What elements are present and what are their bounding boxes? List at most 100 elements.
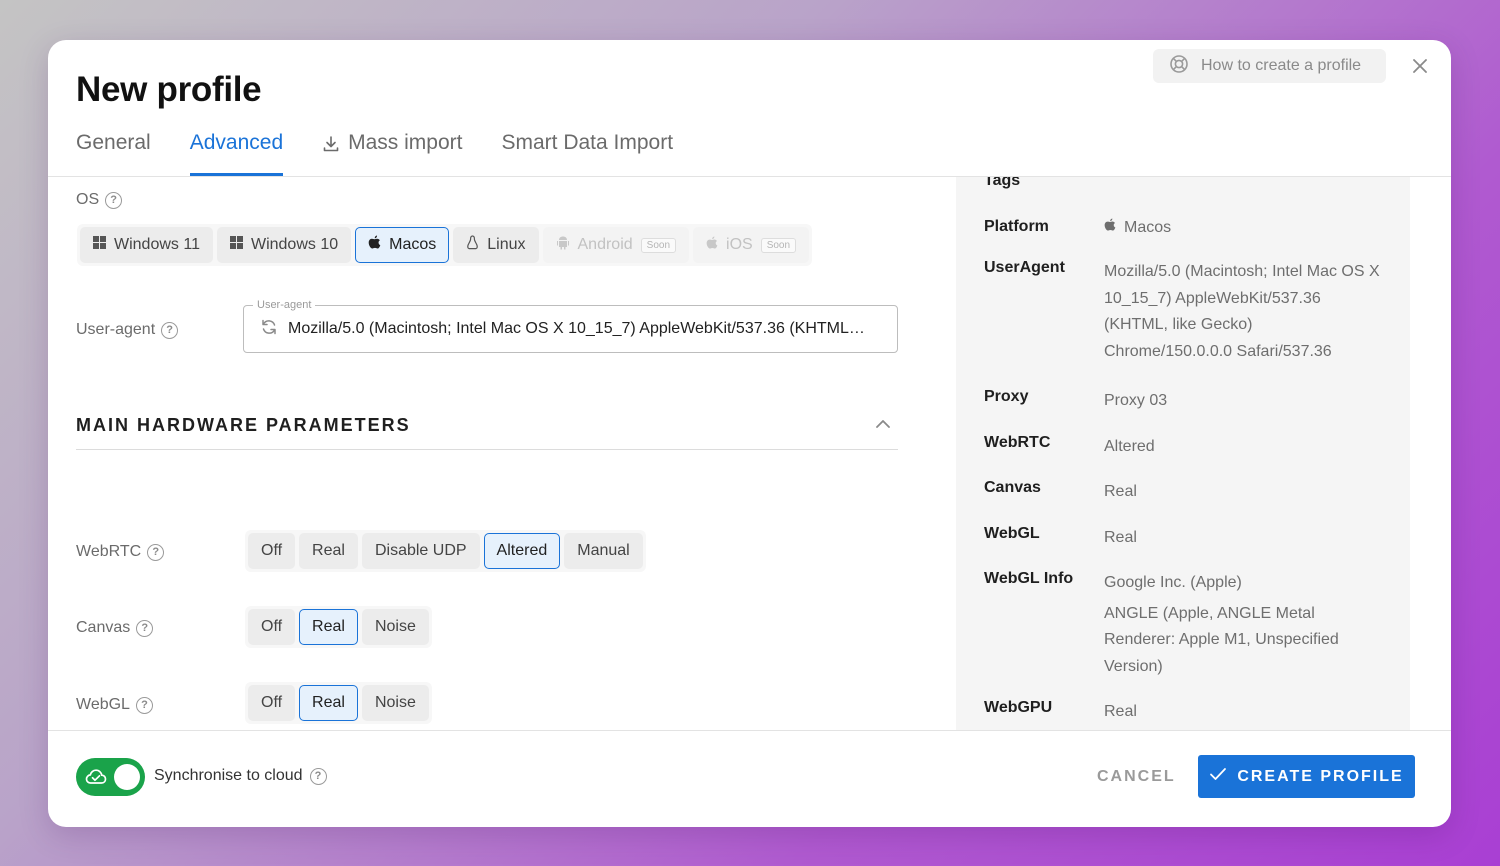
section-divider bbox=[76, 449, 898, 450]
summary-value: Real bbox=[1104, 703, 1137, 720]
tab-mass-import[interactable]: Mass import bbox=[322, 128, 462, 176]
canvas-option-noise[interactable]: Noise bbox=[361, 609, 429, 645]
option-label: Off bbox=[261, 542, 283, 559]
android-icon bbox=[556, 235, 570, 255]
tab-label: Smart Data Import bbox=[501, 131, 674, 154]
user-agent-value: Mozilla/5.0 (Macintosh; Intel Mac OS X 1… bbox=[288, 320, 865, 337]
summary-key: WebGPU bbox=[984, 699, 1053, 716]
sync-label-text: Synchronise to cloud bbox=[154, 767, 303, 784]
user-agent-input[interactable]: Mozilla/5.0 (Macintosh; Intel Mac OS X 1… bbox=[243, 305, 898, 353]
os-option-label: Windows 11 bbox=[114, 236, 200, 253]
sync-toggle[interactable] bbox=[76, 758, 145, 796]
user-agent-label: User-agent ? bbox=[76, 321, 179, 339]
webgl-renderer: ANGLE (Apple, ANGLE Metal Renderer: Appl… bbox=[1104, 604, 1339, 675]
webrtc-label-text: WebRTC bbox=[76, 543, 142, 560]
os-option-windows-11[interactable]: Windows 11 bbox=[80, 227, 213, 263]
cancel-button[interactable]: CANCEL bbox=[1083, 766, 1190, 788]
os-selector: Windows 11 Windows 10 Macos Linux Androi… bbox=[77, 224, 813, 266]
option-label: Off bbox=[261, 694, 283, 711]
chevron-up-icon[interactable] bbox=[874, 417, 892, 435]
apple-icon bbox=[368, 235, 381, 255]
help-icon[interactable]: ? bbox=[105, 191, 123, 209]
webrtc-option-off[interactable]: Off bbox=[248, 533, 296, 569]
os-label: OS ? bbox=[76, 191, 123, 209]
platform-value: Macos bbox=[1124, 218, 1172, 236]
webgl-selector: Off Real Noise bbox=[245, 682, 432, 724]
option-label: Real bbox=[312, 618, 345, 635]
summary-row-proxy: Proxy Proxy 03 bbox=[984, 388, 1384, 415]
summary-row-canvas: Canvas Real bbox=[984, 479, 1384, 506]
webgl-label: WebGL ? bbox=[76, 696, 153, 714]
refresh-icon[interactable] bbox=[260, 318, 278, 341]
summary-row-platform: Platform Macos bbox=[984, 218, 1384, 237]
option-label: Altered bbox=[496, 542, 548, 559]
tab-advanced[interactable]: Advanced bbox=[189, 128, 284, 176]
summary-key: WebGL bbox=[984, 525, 1040, 542]
tab-bar: General Advanced Mass import Smart Data … bbox=[76, 128, 712, 176]
close-icon[interactable] bbox=[1408, 54, 1432, 78]
webrtc-option-manual[interactable]: Manual bbox=[564, 533, 643, 569]
summary-row-webgpu: WebGPU Real bbox=[984, 699, 1384, 726]
summary-value: Real bbox=[1104, 529, 1137, 546]
summary-row-tags: Tags bbox=[984, 177, 1104, 190]
os-option-ios: iOS Soon bbox=[693, 227, 810, 263]
how-to-create-profile-button[interactable]: How to create a profile bbox=[1153, 49, 1386, 83]
lifebuoy-icon bbox=[1169, 54, 1189, 79]
tab-general[interactable]: General bbox=[76, 128, 151, 176]
webgl-option-off[interactable]: Off bbox=[248, 685, 296, 721]
settings-form[interactable]: OS ? Windows 11 Windows 10 Macos Linux A… bbox=[48, 177, 928, 730]
soon-badge: Soon bbox=[760, 237, 797, 253]
option-label: Noise bbox=[374, 618, 416, 635]
create-profile-label: CREATE PROFILE bbox=[1237, 767, 1404, 785]
canvas-label-text: Canvas bbox=[76, 619, 131, 636]
canvas-option-off[interactable]: Off bbox=[248, 609, 296, 645]
profile-summary-panel: Tags Platform Macos UserAgent Mozilla/5.… bbox=[956, 177, 1410, 730]
option-label: Noise bbox=[374, 694, 416, 711]
check-icon bbox=[1209, 767, 1227, 786]
windows-icon bbox=[229, 236, 243, 254]
help-icon[interactable]: ? bbox=[147, 543, 165, 561]
summary-key: Platform bbox=[984, 218, 1049, 235]
webgl-option-noise[interactable]: Noise bbox=[361, 685, 429, 721]
summary-key: Canvas bbox=[984, 479, 1041, 496]
summary-key: UserAgent bbox=[984, 259, 1065, 276]
user-agent-label-text: User-agent bbox=[76, 321, 156, 338]
summary-value: Google Inc. (Apple) ANGLE (Apple, ANGLE … bbox=[1104, 570, 1384, 680]
os-option-linux[interactable]: Linux bbox=[453, 227, 539, 263]
os-option-label: Linux bbox=[487, 236, 526, 253]
apple-icon bbox=[706, 236, 718, 255]
create-profile-button[interactable]: CREATE PROFILE bbox=[1198, 755, 1415, 798]
summary-row-webrtc: WebRTC Altered bbox=[984, 434, 1384, 461]
option-label: Disable UDP bbox=[374, 542, 467, 559]
canvas-selector: Off Real Noise bbox=[245, 606, 432, 648]
canvas-option-real[interactable]: Real bbox=[299, 609, 358, 645]
summary-row-webgl: WebGL Real bbox=[984, 525, 1384, 552]
tab-smart-data-import[interactable]: Smart Data Import bbox=[501, 128, 673, 176]
summary-value: Macos bbox=[1104, 218, 1384, 237]
os-option-macos[interactable]: Macos bbox=[355, 227, 450, 263]
webrtc-selector: Off Real Disable UDP Altered Manual bbox=[245, 530, 646, 572]
summary-key: Tags bbox=[984, 177, 1021, 189]
help-icon[interactable]: ? bbox=[161, 321, 179, 339]
summary-value: Real bbox=[1104, 483, 1137, 500]
help-icon[interactable]: ? bbox=[136, 619, 154, 637]
soon-badge: Soon bbox=[640, 237, 677, 253]
help-icon[interactable]: ? bbox=[135, 696, 153, 714]
help-icon[interactable]: ? bbox=[309, 767, 327, 785]
option-label: Real bbox=[312, 694, 345, 711]
os-option-label: Android bbox=[577, 236, 633, 253]
linux-icon bbox=[466, 235, 479, 255]
summary-value: Proxy 03 bbox=[1104, 392, 1168, 409]
webgl-option-real[interactable]: Real bbox=[299, 685, 358, 721]
os-option-windows-10[interactable]: Windows 10 bbox=[216, 227, 352, 263]
download-icon bbox=[322, 131, 340, 159]
summary-row-useragent: UserAgent Mozilla/5.0 (Macintosh; Intel … bbox=[984, 259, 1384, 365]
webgl-vendor: Google Inc. (Apple) bbox=[1104, 574, 1242, 591]
windows-icon bbox=[93, 236, 106, 254]
webrtc-option-altered[interactable]: Altered bbox=[483, 533, 561, 569]
webrtc-option-real[interactable]: Real bbox=[299, 533, 358, 569]
page-title: New profile bbox=[76, 70, 262, 109]
webrtc-option-disable-udp[interactable]: Disable UDP bbox=[361, 533, 480, 569]
footer-divider bbox=[48, 730, 1451, 731]
section-title-hardware: MAIN HARDWARE PARAMETERS bbox=[76, 415, 411, 435]
